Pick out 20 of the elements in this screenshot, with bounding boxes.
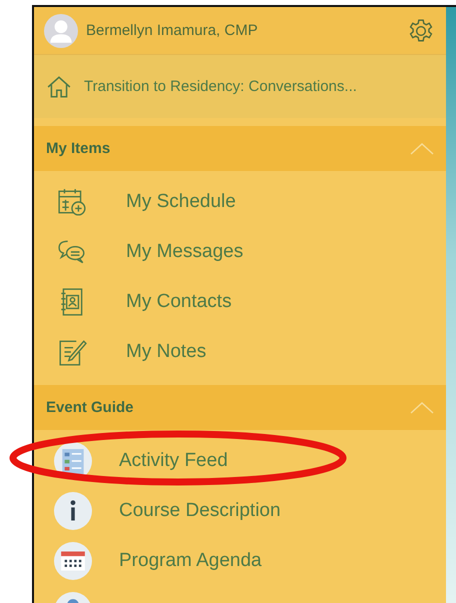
menu-item[interactable]: My Schedule [34, 177, 446, 227]
info-icon [54, 492, 92, 530]
section-header[interactable]: Event Guide [34, 385, 446, 430]
calendar-icon [54, 542, 92, 580]
menu-item[interactable]: Program Agenda [34, 536, 446, 586]
menu-item[interactable]: Course Description [34, 486, 446, 536]
menu-item[interactable]: My Notes [34, 327, 446, 377]
avatar-icon [44, 14, 78, 48]
user-name: Bermellyn Imamura, CMP [86, 22, 259, 39]
calendar-add-icon [57, 187, 87, 217]
event-title: Transition to Residency: Conversations... [84, 78, 357, 95]
settings-icon[interactable] [408, 18, 434, 44]
section-header[interactable]: My Items [34, 126, 446, 171]
section-title: My Items [46, 140, 110, 157]
menu-item[interactable]: My Messages [34, 227, 446, 277]
event-home-link[interactable]: Transition to Residency: Conversations... [34, 54, 446, 118]
home-icon [46, 74, 72, 100]
section-title: Event Guide [46, 399, 134, 416]
menu-item[interactable]: Activity Feed [34, 436, 446, 486]
menu-item[interactable]: My Contacts [34, 277, 446, 327]
